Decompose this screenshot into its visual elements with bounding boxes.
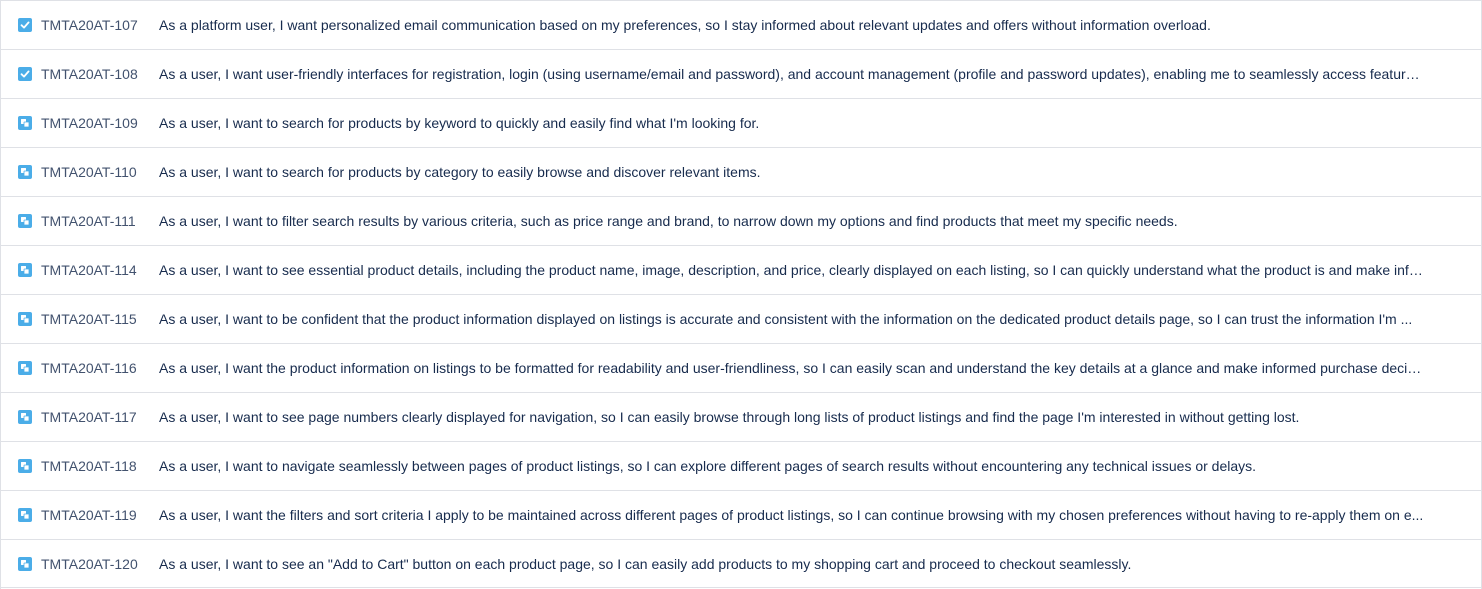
issue-summary[interactable]: As a user, I want the filters and sort c… (159, 507, 1427, 523)
issue-row[interactable]: TMTA20AT-116 As a user, I want the produ… (1, 344, 1481, 393)
issue-key-link[interactable]: TMTA20AT-116 (41, 360, 137, 376)
issue-row[interactable]: TMTA20AT-114 As a user, I want to see es… (1, 246, 1481, 295)
issue-row[interactable]: TMTA20AT-117 As a user, I want to see pa… (1, 393, 1481, 442)
issue-key-link[interactable]: TMTA20AT-107 (41, 17, 138, 33)
issue-row[interactable]: TMTA20AT-108 As a user, I want user-frie… (1, 50, 1481, 99)
issue-row[interactable]: TMTA20AT-110 As a user, I want to search… (1, 148, 1481, 197)
issue-summary[interactable]: As a user, I want to navigate seamlessly… (159, 458, 1427, 474)
issue-summary[interactable]: As a user, I want user-friendly interfac… (159, 66, 1427, 82)
issue-key-link[interactable]: TMTA20AT-108 (41, 66, 138, 82)
issue-key-link[interactable]: TMTA20AT-119 (41, 507, 137, 523)
issue-row[interactable]: TMTA20AT-109 As a user, I want to search… (1, 99, 1481, 148)
issue-row[interactable]: TMTA20AT-107 As a platform user, I want … (1, 1, 1481, 50)
issue-row[interactable]: TMTA20AT-115 As a user, I want to be con… (1, 295, 1481, 344)
issue-summary[interactable]: As a platform user, I want personalized … (159, 17, 1427, 33)
task-checkbox-icon (18, 18, 32, 32)
issue-row[interactable]: TMTA20AT-118 As a user, I want to naviga… (1, 442, 1481, 491)
issue-summary[interactable]: As a user, I want to search for products… (159, 115, 1427, 131)
issue-key-link[interactable]: TMTA20AT-110 (41, 164, 137, 180)
subtask-icon (18, 263, 32, 277)
issue-summary[interactable]: As a user, I want the product informatio… (159, 360, 1427, 376)
issue-summary[interactable]: As a user, I want to see essential produ… (159, 262, 1427, 278)
issue-row[interactable]: TMTA20AT-111 As a user, I want to filter… (1, 197, 1481, 246)
task-checkbox-icon (18, 67, 32, 81)
subtask-icon (18, 459, 32, 473)
subtask-icon (18, 165, 32, 179)
subtask-icon (18, 116, 32, 130)
subtask-icon (18, 312, 32, 326)
issue-key-link[interactable]: TMTA20AT-111 (41, 213, 136, 229)
issue-summary[interactable]: As a user, I want to see an "Add to Cart… (159, 556, 1427, 572)
issue-key-link[interactable]: TMTA20AT-109 (41, 115, 138, 131)
issue-key-link[interactable]: TMTA20AT-120 (41, 556, 138, 572)
issue-summary[interactable]: As a user, I want to see page numbers cl… (159, 409, 1427, 425)
issue-row[interactable]: TMTA20AT-119 As a user, I want the filte… (1, 491, 1481, 540)
issue-summary[interactable]: As a user, I want to be confident that t… (159, 311, 1427, 327)
subtask-icon (18, 556, 32, 571)
issue-list: TMTA20AT-107 As a platform user, I want … (0, 0, 1482, 589)
issue-key-link[interactable]: TMTA20AT-114 (41, 262, 137, 278)
issue-key-link[interactable]: TMTA20AT-118 (41, 458, 137, 474)
subtask-icon (18, 508, 32, 522)
issue-key-link[interactable]: TMTA20AT-117 (41, 409, 137, 425)
issue-summary[interactable]: As a user, I want to filter search resul… (159, 213, 1427, 229)
issue-key-link[interactable]: TMTA20AT-115 (41, 311, 137, 327)
subtask-icon (18, 361, 32, 375)
issue-summary[interactable]: As a user, I want to search for products… (159, 164, 1427, 180)
issue-row[interactable]: TMTA20AT-120 As a user, I want to see an… (1, 540, 1481, 588)
subtask-icon (18, 410, 32, 424)
subtask-icon (18, 214, 32, 228)
